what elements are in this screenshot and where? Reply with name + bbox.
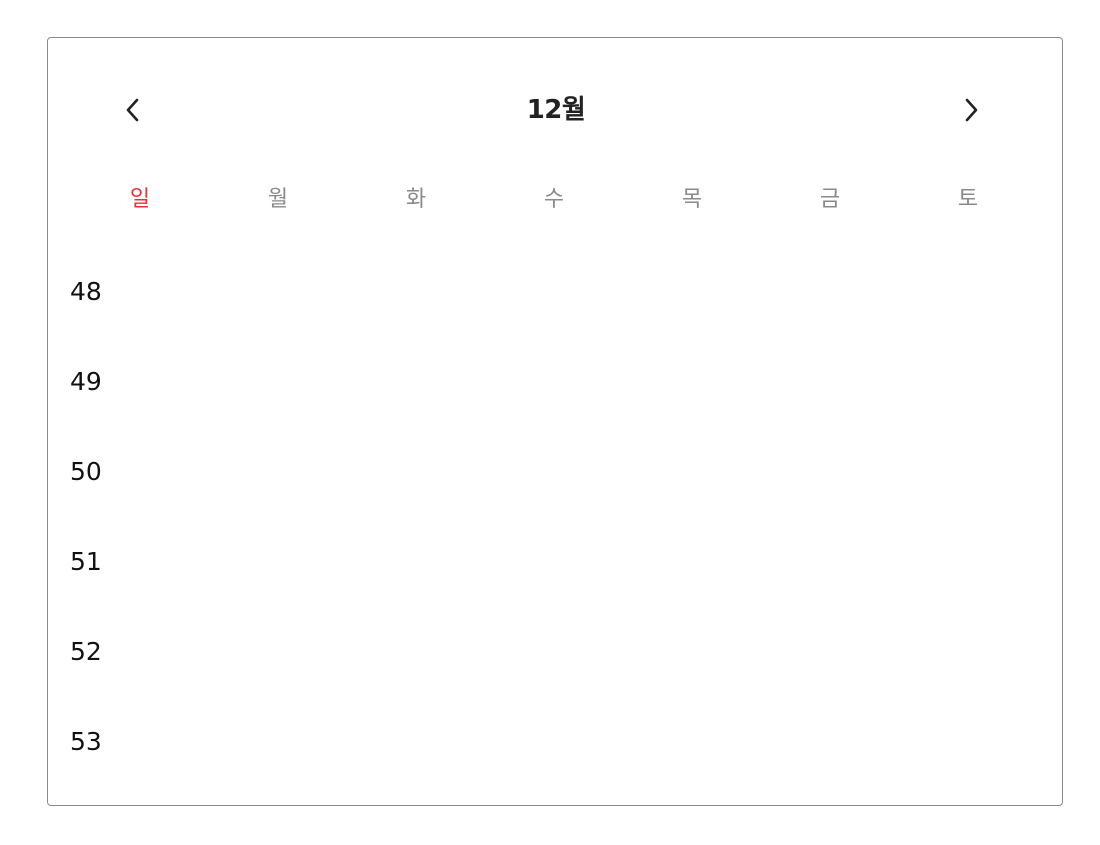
- weekday-thursday: 목: [681, 187, 703, 212]
- week-number: 50: [70, 457, 102, 486]
- week-row: 49: [70, 354, 1040, 444]
- weekday-tuesday: 화: [405, 187, 427, 212]
- week-number: 49: [70, 367, 102, 396]
- weekday-friday: 금: [819, 187, 841, 212]
- week-row: 52: [70, 624, 1040, 714]
- week-row: 48: [70, 264, 1040, 354]
- week-number: 53: [70, 727, 102, 756]
- next-month-button[interactable]: [951, 90, 991, 130]
- weekday-wednesday: 수: [543, 187, 565, 212]
- weekday-header: 일 월 화 수 목 금 토: [71, 180, 1037, 220]
- week-number: 48: [70, 277, 102, 306]
- weekday-sunday: 일: [129, 187, 151, 212]
- week-row: 51: [70, 534, 1040, 624]
- week-row: 50: [70, 444, 1040, 534]
- week-number: 51: [70, 547, 102, 576]
- week-row: 53: [70, 714, 1040, 804]
- calendar: 12월 일 월 화 수 목 금 토 48 49 50 51 52 53: [47, 37, 1063, 806]
- chevron-right-icon: [965, 98, 978, 122]
- weekday-monday: 월: [267, 187, 289, 212]
- week-list: 48 49 50 51 52 53: [70, 264, 1040, 804]
- weekday-saturday: 토: [957, 187, 979, 212]
- month-title: 12월: [526, 95, 586, 125]
- week-number: 52: [70, 637, 102, 666]
